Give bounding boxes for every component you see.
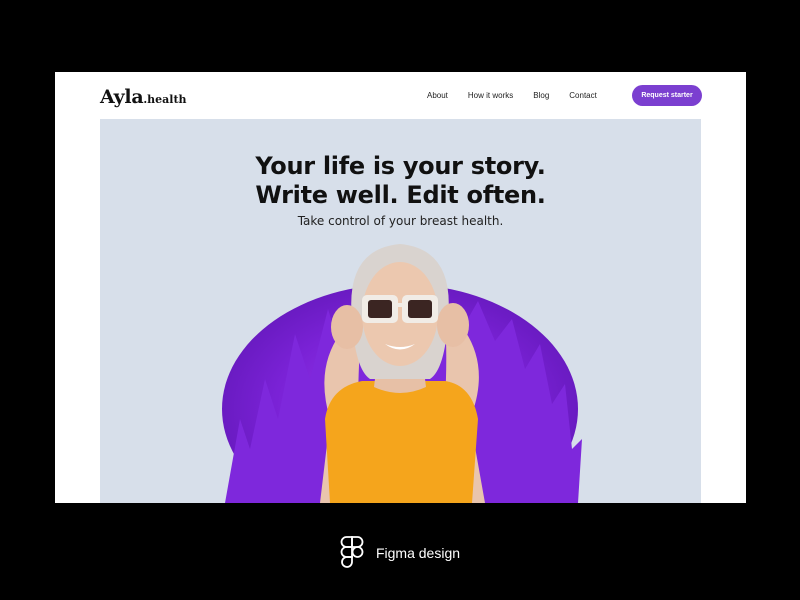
caption: Figma design: [0, 533, 800, 573]
nav-about[interactable]: About: [427, 90, 448, 102]
headline-line-2: Write well. Edit often.: [255, 181, 546, 209]
logo-brand: Ayla: [100, 86, 144, 108]
nav-contact[interactable]: Contact: [569, 90, 597, 102]
request-starter-button[interactable]: Request starter: [632, 85, 702, 106]
hero-section: Your life is your story. Write well. Edi…: [100, 119, 701, 503]
hero-headline: Your life is your story. Write well. Edi…: [100, 152, 701, 210]
browser-frame: Ayla.health About How it works Blog Cont…: [55, 72, 746, 503]
figma-icon: [340, 536, 364, 568]
headline-line-1: Your life is your story.: [255, 152, 546, 180]
caption-text: Figma design: [375, 545, 461, 561]
nav-how-it-works[interactable]: How it works: [468, 90, 513, 102]
logo[interactable]: Ayla.health: [100, 86, 187, 108]
logo-suffix: .health: [143, 93, 187, 106]
hero-subheading: Take control of your breast health.: [297, 214, 504, 228]
nav-blog[interactable]: Blog: [533, 90, 549, 102]
main-nav: About How it works Blog Contact: [427, 90, 617, 102]
site-header: Ayla.health About How it works Blog Cont…: [55, 72, 746, 120]
